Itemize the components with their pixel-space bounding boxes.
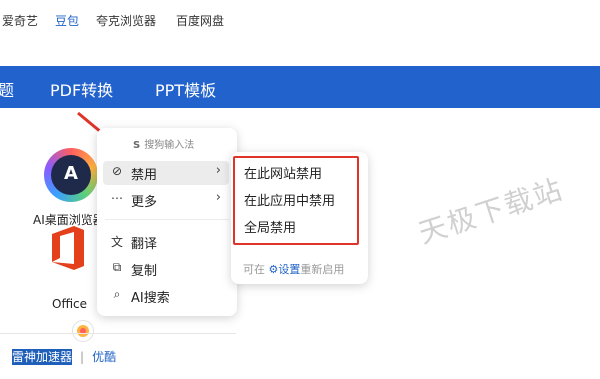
menu-item-disable[interactable]: ⊘ 禁用 › bbox=[103, 161, 229, 185]
settings-link[interactable]: 设置 bbox=[278, 263, 300, 276]
highlight-box bbox=[233, 156, 359, 245]
copy-icon: ⧉ bbox=[112, 260, 122, 274]
settings-gear-icon: ⚙ bbox=[265, 263, 279, 276]
link-youku[interactable]: 优酷 bbox=[92, 350, 116, 364]
translate-icon: 文 bbox=[110, 235, 123, 249]
context-menu: S 搜狗输入法 ⊘ 禁用 › ⋯ 更多 › 文 翻译 ⧉ 复制 ⌕ AI搜索 bbox=[97, 128, 237, 316]
sogou-logo-icon: S bbox=[133, 140, 141, 151]
ai-browser-icon[interactable]: A bbox=[44, 148, 98, 202]
menu-item-ai-search[interactable]: ⌕ AI搜索 bbox=[103, 284, 229, 308]
submenu-footer: 可在 ⚙设置重新启用 bbox=[243, 261, 344, 277]
top-link-iqiyi[interactable]: 爱奇艺 bbox=[2, 12, 38, 29]
menu-item-disable-label: 禁用 bbox=[131, 168, 158, 183]
chevron-right-icon: › bbox=[215, 190, 221, 205]
menu-item-copy-label: 复制 bbox=[131, 264, 158, 279]
nav-bar: 题 PDF转换 PPT模板 bbox=[0, 66, 600, 108]
menu-divider bbox=[105, 219, 229, 220]
watermark: 天极下载站 bbox=[414, 172, 568, 251]
menu-item-more-label: 更多 bbox=[131, 195, 158, 210]
office-icon[interactable] bbox=[48, 224, 88, 272]
submenu-footer-prefix: 可在 bbox=[243, 263, 265, 276]
top-link-doubao[interactable]: 豆包 bbox=[55, 12, 79, 29]
assistant-badge-glyph bbox=[77, 325, 89, 337]
ai-browser-glyph: A bbox=[64, 163, 78, 184]
submenu-footer-suffix: 重新启用 bbox=[300, 263, 345, 276]
app-label-office[interactable]: Office bbox=[52, 297, 87, 311]
more-icon: ⋯ bbox=[111, 191, 123, 205]
menu-header-label: 搜狗输入法 bbox=[144, 140, 195, 151]
nav-item-partial[interactable]: 题 bbox=[0, 77, 14, 101]
menu-item-translate[interactable]: 文 翻译 bbox=[103, 230, 229, 254]
menu-item-ai-search-label: AI搜索 bbox=[131, 291, 170, 306]
selected-text-leishen[interactable]: 雷神加速器 bbox=[12, 349, 73, 365]
menu-item-more[interactable]: ⋯ 更多 › bbox=[103, 188, 229, 212]
panel-divider bbox=[0, 333, 236, 334]
top-link-quark-browser[interactable]: 夸克浏览器 bbox=[96, 12, 156, 29]
menu-item-copy[interactable]: ⧉ 复制 bbox=[103, 257, 229, 281]
forbid-icon: ⊘ bbox=[111, 164, 123, 178]
link-separator: | bbox=[80, 350, 85, 364]
ai-browser-icon-inner: A bbox=[51, 155, 91, 195]
top-link-baidu-netdisk[interactable]: 百度网盘 bbox=[176, 12, 224, 29]
menu-header: S 搜狗输入法 bbox=[133, 136, 194, 151]
menu-item-translate-label: 翻译 bbox=[131, 237, 158, 252]
nav-item-ppt-template[interactable]: PPT模板 bbox=[155, 77, 216, 101]
assistant-badge-icon[interactable] bbox=[72, 320, 94, 342]
nav-item-pdf-convert[interactable]: PDF转换 bbox=[50, 77, 113, 101]
chevron-right-icon: › bbox=[215, 163, 221, 178]
ai-search-icon: ⌕ bbox=[113, 287, 121, 301]
bottom-links: 雷神加速器 | 优酷 bbox=[12, 348, 116, 365]
top-links-bar: 爱奇艺 豆包 夸克浏览器 百度网盘 bbox=[0, 0, 600, 42]
